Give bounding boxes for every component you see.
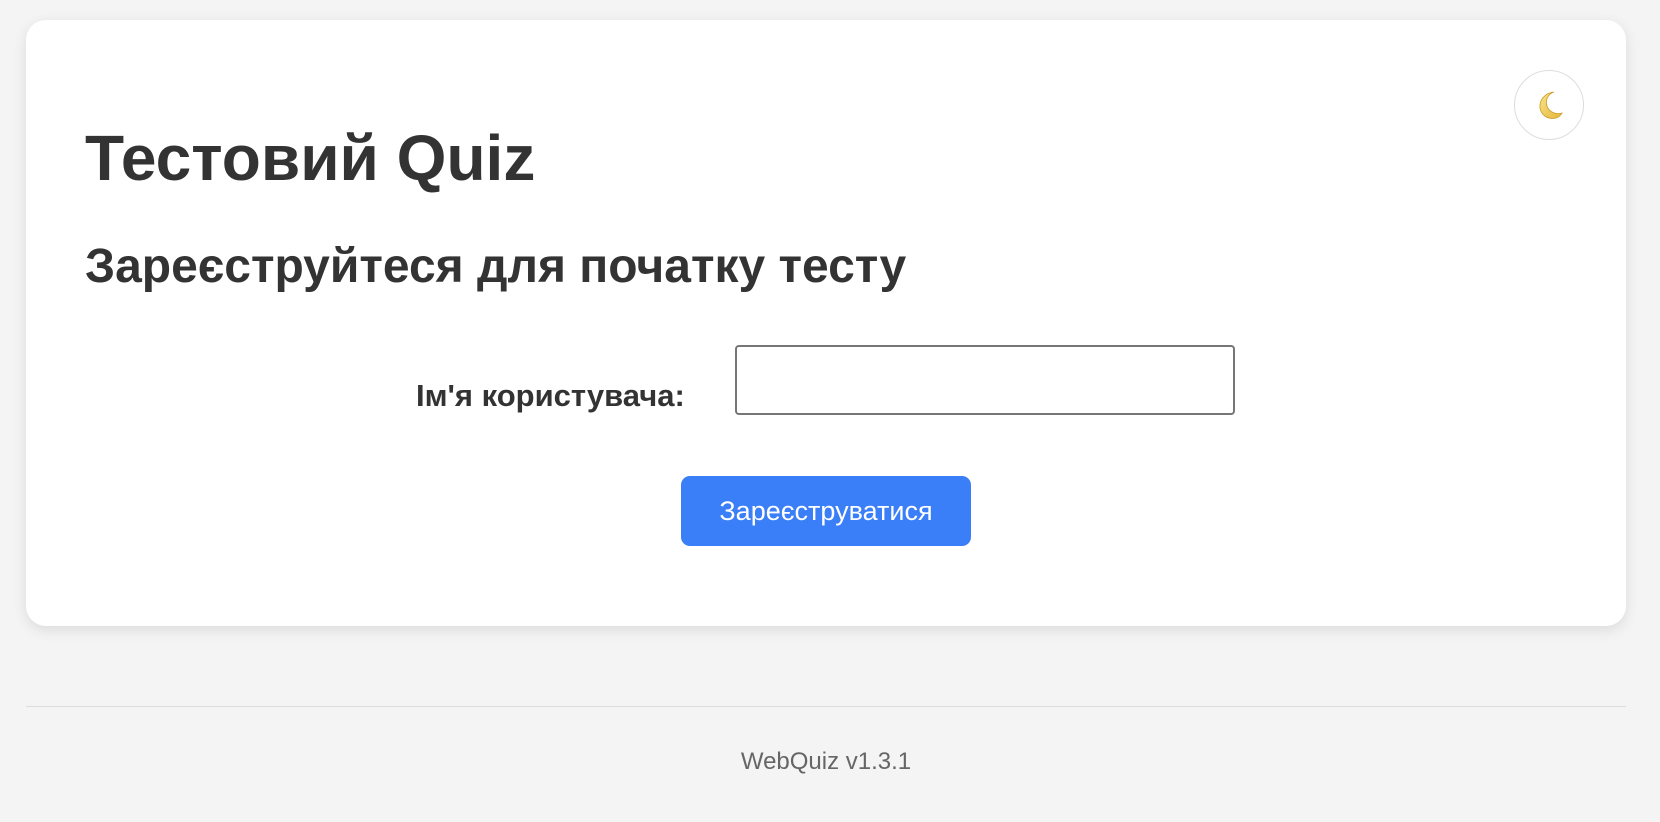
theme-toggle-button[interactable] [1514, 70, 1584, 140]
footer-version: WebQuiz v1.3.1 [740, 748, 912, 775]
moon-icon [1539, 91, 1563, 119]
footer-divider [26, 706, 1626, 707]
registration-card: Тестовий Quiz Зареєструйтеся для початку… [26, 20, 1626, 626]
username-input[interactable] [735, 345, 1235, 415]
username-label: Ім'я користувача: [416, 378, 685, 413]
register-button[interactable]: Зареєструватися [681, 476, 971, 546]
page-subtitle: Зареєструйтеся для початку тесту [85, 240, 907, 293]
page-title: Тестовий Quiz [85, 122, 536, 194]
